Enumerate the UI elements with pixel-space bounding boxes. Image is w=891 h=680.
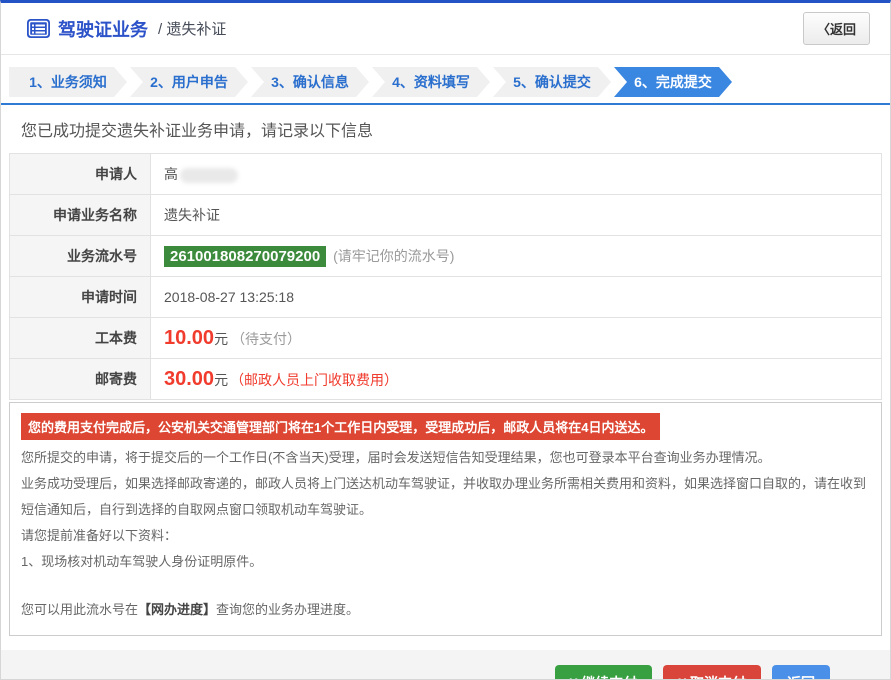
table-row-applicant: 申请人 高 (9, 153, 882, 195)
applicant-name: 高 (164, 166, 178, 182)
table-row-apply-time: 申请时间 2018-08-27 13:25:18 (9, 276, 882, 318)
application-info-table: 申请人 高 申请业务名称 遗失补证 业务流水号 2610018082700792… (9, 153, 882, 400)
step-tab-5: 5、确认提交 (493, 67, 611, 97)
production-fee-note: （待支付） (231, 330, 302, 347)
notice-paragraph: 业务成功受理后，如果选择邮政寄递的，邮政人员将上门送达机动车驾驶证，并收取办理业… (21, 476, 867, 517)
table-row-postage-fee: 邮寄费 30.00元 （邮政人员上门收取费用） (9, 358, 882, 400)
main-content: 您已成功提交遗失补证业务申请，请记录以下信息 申请人 高 申请业务名称 遗失补证… (1, 117, 890, 636)
table-row-serial-number: 业务流水号 261001808270079200 (请牢记你的流水号) (9, 235, 882, 277)
row-label: 申请时间 (9, 276, 151, 318)
back-button-top[interactable]: 〈返回 (802, 12, 870, 45)
serial-number-note: (请牢记你的流水号) (333, 247, 455, 264)
back-button-bottom[interactable]: 返回 (772, 664, 830, 679)
apply-time-value: 2018-08-27 13:25:18 (150, 276, 882, 318)
redacted-name-blur (180, 167, 238, 183)
page-title: 驾驶证业务 (58, 19, 148, 40)
row-label: 邮寄费 (9, 358, 151, 400)
step-tab-6: 6、完成提交 (614, 67, 732, 97)
cancel-payment-button[interactable]: ¥ 取消支付 (663, 664, 761, 679)
breadcrumb-current: / 遗失补证 (158, 21, 227, 38)
notice-box: 您的费用支付完成后，公安机关交通管理部门将在1个工作日内受理，受理成功后，邮政人… (9, 402, 882, 636)
breadcrumb: 驾驶证业务 / 遗失补证 (27, 16, 226, 42)
notice-paragraph: 您所提交的申请，将于提交后的一个工作日(不含当天)受理，届时会发送短信告知受理结… (21, 450, 771, 465)
row-label: 业务流水号 (9, 235, 151, 277)
serial-number-badge: 261001808270079200 (164, 245, 327, 267)
row-label: 申请人 (9, 153, 151, 195)
progress-menu-ref: 【网办进度】 (138, 602, 217, 617)
step-tab-1: 1、业务须知 (9, 67, 127, 97)
notice-paragraph: 请您提前准备好以下资料： (21, 528, 178, 543)
step-tab-3: 3、确认信息 (251, 67, 369, 97)
page-header: 驾驶证业务 / 遗失补证 〈返回 (1, 3, 890, 55)
table-row-business-name: 申请业务名称 遗失补证 (9, 194, 882, 236)
continue-payment-button[interactable]: ¥ 继续支付 (554, 664, 653, 679)
table-row-production-fee: 工本费 10.00元 （待支付） (9, 317, 882, 359)
success-message: 您已成功提交遗失补证业务申请，请记录以下信息 (21, 123, 374, 140)
notice-paragraph: 1、现场核对机动车驾驶人身份证明原件。 (21, 554, 263, 569)
license-list-icon (27, 19, 50, 38)
payment-alert-banner: 您的费用支付完成后，公安机关交通管理部门将在1个工作日内受理，受理成功后，邮政人… (21, 413, 661, 440)
postage-fee-note: （邮政人员上门收取费用） (230, 371, 399, 388)
page-container: 驾驶证业务 / 遗失补证 〈返回 1、业务须知 2、用户申告 3、确认信息 4、… (0, 0, 891, 680)
wizard-steps: 1、业务须知 2、用户申告 3、确认信息 4、资料填写 5、确认提交 6、完成提… (1, 55, 890, 105)
row-label: 申请业务名称 (9, 194, 151, 236)
progress-hint: 您可以用此流水号在【网办进度】查询您的业务办理进度。 (21, 602, 360, 617)
row-label: 工本费 (9, 317, 151, 359)
step-tab-4: 4、资料填写 (372, 67, 490, 97)
step-tab-2: 2、用户申告 (130, 67, 248, 97)
business-name-value: 遗失补证 (150, 194, 882, 236)
postage-fee-amount: 30.00 (164, 367, 215, 390)
action-bar: ¥ 继续支付 ¥ 取消支付 返回 (1, 650, 890, 679)
production-fee-amount: 10.00 (164, 326, 215, 349)
